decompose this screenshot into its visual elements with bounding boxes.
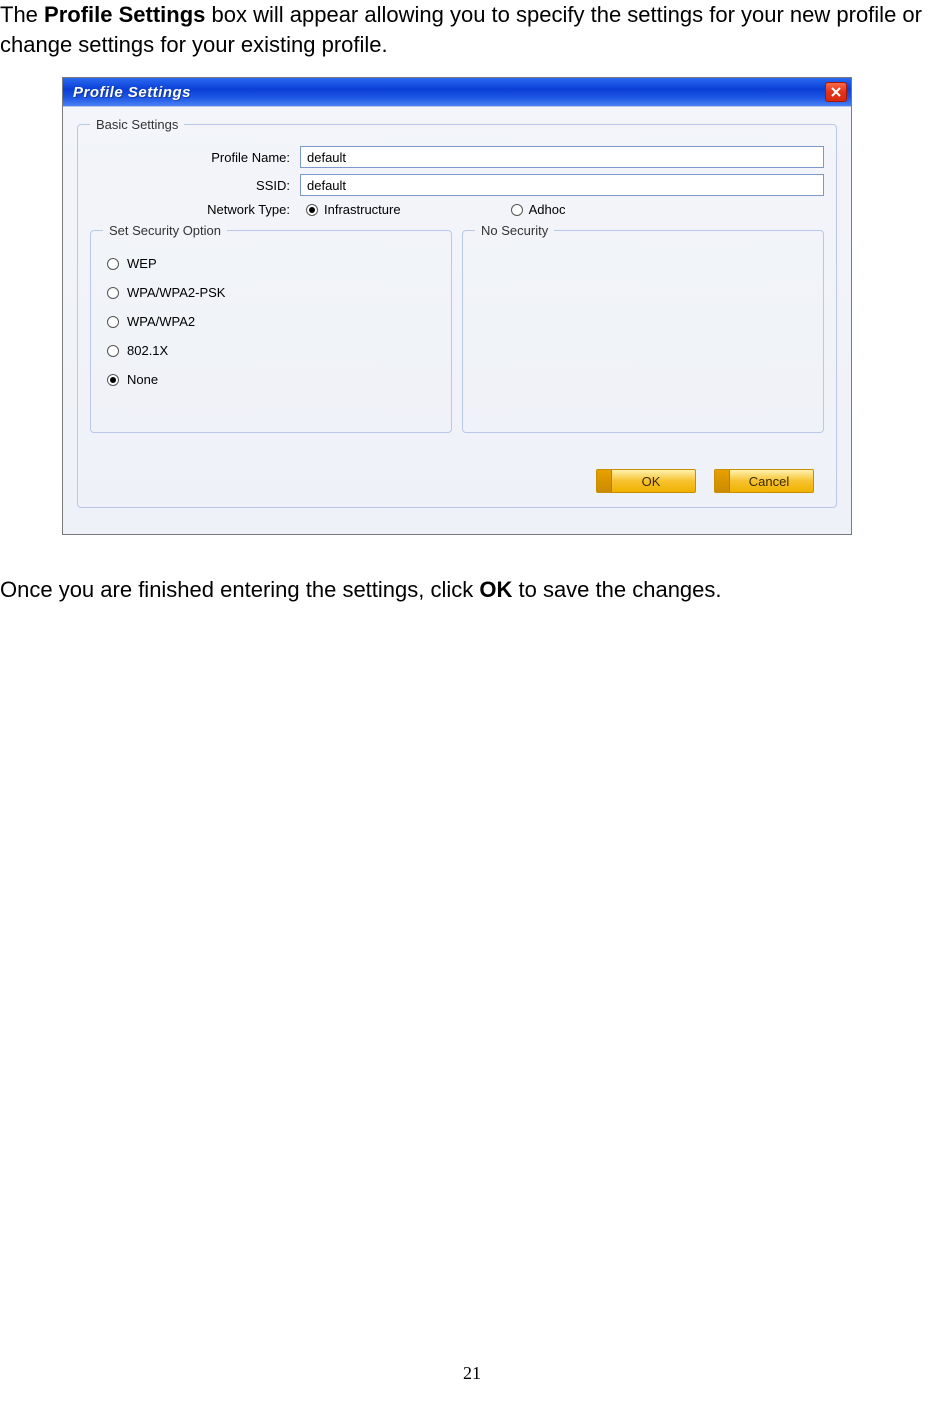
security-option-8021x[interactable]: 802.1X (107, 343, 439, 358)
basic-settings-legend: Basic Settings (90, 117, 184, 132)
close-icon (831, 84, 841, 100)
security-option-label: WPA/WPA2-PSK (127, 285, 225, 300)
security-option-label: WPA/WPA2 (127, 314, 195, 329)
radio-icon (107, 374, 119, 386)
security-option-label: None (127, 372, 158, 387)
network-type-infrastructure-radio[interactable]: Infrastructure (306, 202, 401, 217)
security-columns: Set Security Option WEP WPA/WPA2-PSK WPA… (90, 223, 824, 441)
set-security-option-group: Set Security Option WEP WPA/WPA2-PSK WPA… (90, 223, 452, 433)
security-option-wpa[interactable]: WPA/WPA2 (107, 314, 439, 329)
document-page: The Profile Settings box will appear all… (0, 0, 944, 1414)
ssid-row: SSID: (90, 174, 824, 196)
dialog-button-row: OK Cancel (90, 469, 824, 493)
outro-paragraph: Once you are finished entering the setti… (0, 575, 944, 605)
basic-settings-group: Basic Settings Profile Name: SSID: Netwo… (77, 117, 837, 508)
no-security-group: No Security (462, 223, 824, 433)
adhoc-label: Adhoc (529, 202, 566, 217)
page-number: 21 (0, 1363, 944, 1384)
security-option-none[interactable]: None (107, 372, 439, 387)
security-option-wpa-psk[interactable]: WPA/WPA2-PSK (107, 285, 439, 300)
ssid-label: SSID: (90, 178, 300, 193)
radio-icon (306, 204, 318, 216)
network-type-row: Network Type: Infrastructure Adhoc (90, 202, 824, 217)
security-option-wep[interactable]: WEP (107, 256, 439, 271)
infrastructure-label: Infrastructure (324, 202, 401, 217)
radio-icon (107, 287, 119, 299)
radio-icon (511, 204, 523, 216)
dialog-title: Profile Settings (73, 84, 191, 101)
profile-name-input[interactable] (300, 146, 824, 168)
cancel-button-label: Cancel (749, 474, 789, 489)
cancel-button[interactable]: Cancel (714, 469, 814, 493)
network-type-adhoc-radio[interactable]: Adhoc (511, 202, 566, 217)
outro-bold: OK (479, 577, 512, 602)
intro-prefix: The (0, 2, 44, 27)
profile-name-row: Profile Name: (90, 146, 824, 168)
security-option-label: WEP (127, 256, 157, 271)
outro-prefix: Once you are finished entering the setti… (0, 577, 479, 602)
outro-suffix: to save the changes. (512, 577, 721, 602)
ok-button[interactable]: OK (596, 469, 696, 493)
network-type-label: Network Type: (90, 202, 300, 217)
close-button[interactable] (825, 82, 847, 102)
profile-settings-dialog: Profile Settings Basic Settings Profile … (62, 77, 852, 535)
radio-icon (107, 316, 119, 328)
no-security-legend: No Security (475, 223, 554, 238)
dialog-body: Basic Settings Profile Name: SSID: Netwo… (63, 106, 851, 534)
security-option-label: 802.1X (127, 343, 168, 358)
dialog-titlebar: Profile Settings (63, 78, 851, 106)
intro-bold: Profile Settings (44, 2, 205, 27)
ssid-input[interactable] (300, 174, 824, 196)
radio-icon (107, 258, 119, 270)
intro-paragraph: The Profile Settings box will appear all… (0, 0, 944, 59)
set-security-legend: Set Security Option (103, 223, 227, 238)
radio-icon (107, 345, 119, 357)
profile-name-label: Profile Name: (90, 150, 300, 165)
ok-button-label: OK (642, 474, 661, 489)
